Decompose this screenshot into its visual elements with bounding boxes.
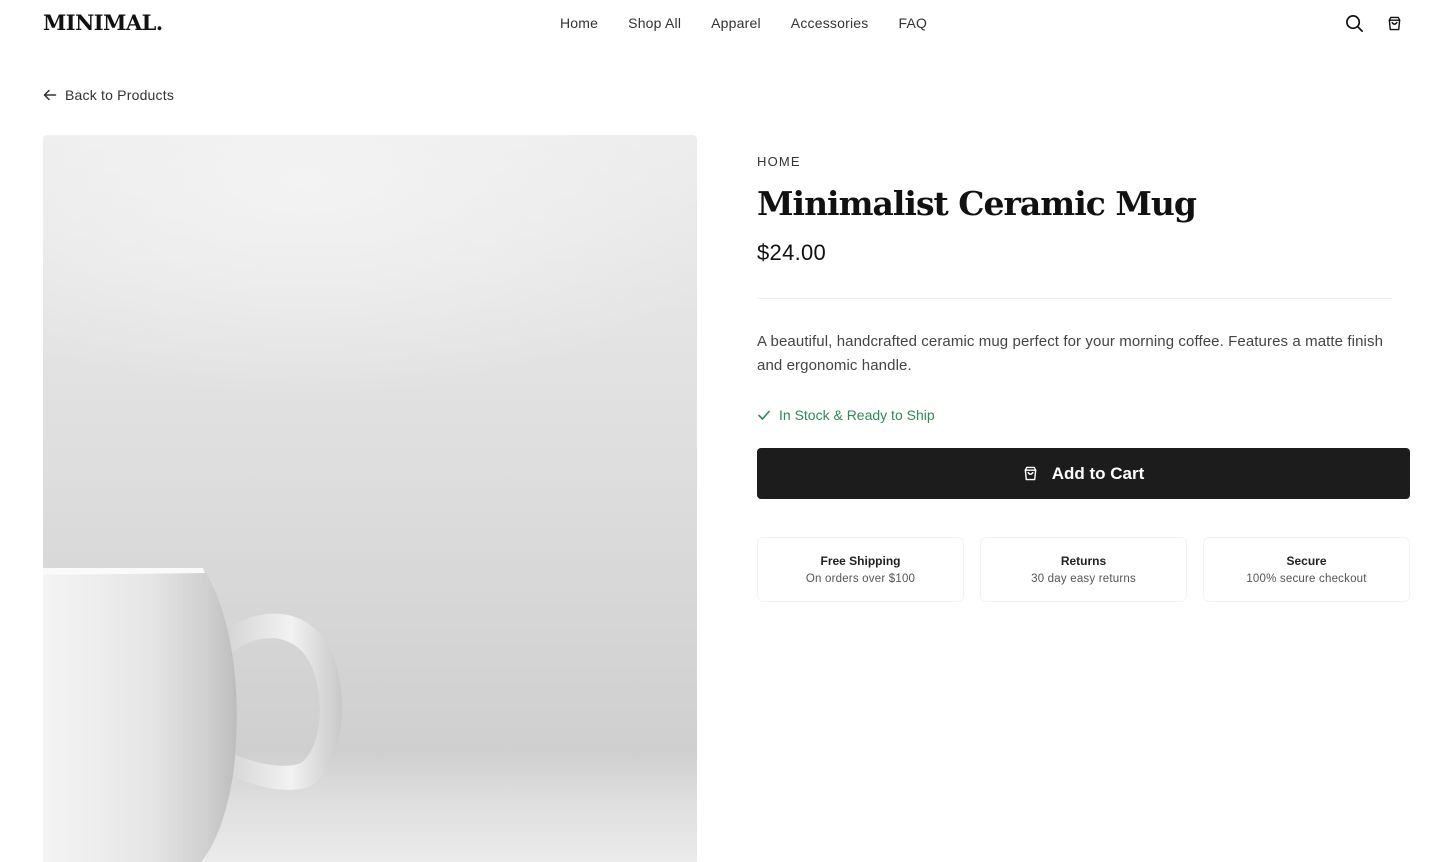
feature-title: Returns xyxy=(1060,554,1107,568)
nav-item-faq[interactable]: FAQ xyxy=(883,14,942,32)
nav-item-accessories[interactable]: Accessories xyxy=(776,14,884,32)
feature-title: Secure xyxy=(1286,554,1327,568)
product-price: $24.00 xyxy=(757,240,827,265)
mug-illustration xyxy=(43,568,697,862)
checkmark-icon xyxy=(758,410,770,420)
feature-subtitle: On orders over $100 xyxy=(805,573,916,585)
search-button[interactable] xyxy=(1343,12,1365,34)
product-category[interactable]: HOME xyxy=(757,154,801,169)
feature-card-returns: Returns 30 day easy returns xyxy=(980,537,1187,602)
add-to-cart-button[interactable]: Add to Cart xyxy=(757,448,1410,499)
shopping-bag-icon xyxy=(1388,16,1400,30)
product-image xyxy=(43,135,697,862)
divider xyxy=(757,298,1392,299)
feature-subtitle: 100% secure checkout xyxy=(1246,573,1367,585)
stock-status-label: In Stock & Ready to Ship xyxy=(779,407,935,423)
main-nav: Home Shop All Apparel Accessories FAQ xyxy=(545,14,942,32)
arrow-left-icon xyxy=(43,89,57,101)
back-link-label: Back to Products xyxy=(65,87,175,103)
cart-button[interactable] xyxy=(1383,12,1405,34)
product-title: Minimalist Ceramic Mug xyxy=(757,184,1197,223)
nav-item-shop-all[interactable]: Shop All xyxy=(613,14,696,32)
add-to-cart-label: Add to Cart xyxy=(1051,463,1145,483)
nav-item-apparel[interactable]: Apparel xyxy=(696,14,776,32)
brand-logo[interactable]: MINIMAL. xyxy=(43,10,163,35)
stock-status: In Stock & Ready to Ship xyxy=(757,407,935,423)
site-header: MINIMAL. Home Shop All Apparel Accessori… xyxy=(0,0,1440,46)
shopping-bag-icon xyxy=(1024,466,1037,481)
feature-list: Free Shipping On orders over $100 Return… xyxy=(757,537,1410,602)
search-icon xyxy=(1345,14,1363,32)
feature-card-shipping: Free Shipping On orders over $100 xyxy=(757,537,964,602)
feature-card-secure: Secure 100% secure checkout xyxy=(1203,537,1410,602)
feature-subtitle: 30 day easy returns xyxy=(1031,573,1136,585)
back-to-products-link[interactable]: Back to Products xyxy=(43,87,174,103)
nav-item-home[interactable]: Home xyxy=(545,14,613,32)
feature-title: Free Shipping xyxy=(820,554,901,568)
product-description: A beautiful, handcrafted ceramic mug per… xyxy=(757,333,1384,374)
